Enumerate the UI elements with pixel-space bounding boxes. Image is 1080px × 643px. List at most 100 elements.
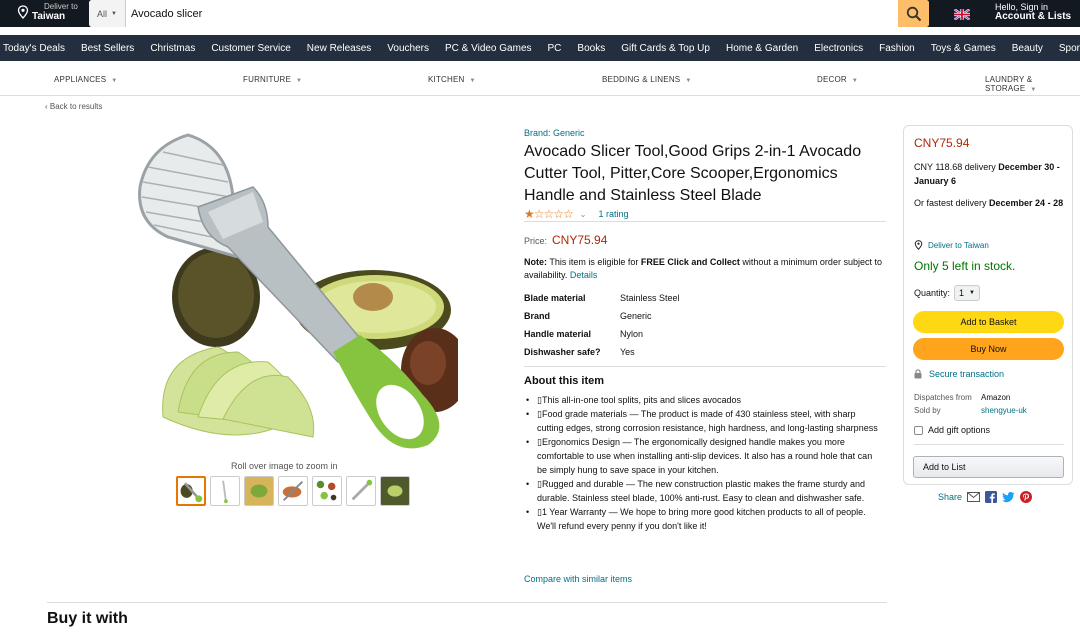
nav-item[interactable]: PC & Video Games xyxy=(437,43,540,54)
search-button[interactable] xyxy=(898,0,929,27)
search-icon xyxy=(906,6,921,21)
nav-item[interactable]: Best Sellers xyxy=(73,43,142,54)
rating-summary: ★☆☆☆☆ ⌄ 1 rating xyxy=(524,207,629,221)
chevron-down-icon: ▼ xyxy=(685,78,692,84)
category-laundry[interactable]: LAUNDRY & STORAGE ▼ xyxy=(985,75,1080,93)
nav-item[interactable]: Home & Garden xyxy=(718,43,806,54)
nav-item[interactable]: Vouchers xyxy=(379,43,437,54)
seller-link[interactable]: shengyue-uk xyxy=(981,404,1027,417)
category-bar: APPLIANCES ▼ FURNITURE ▼ KITCHEN ▼ BEDDING … xyxy=(0,62,1080,96)
account-lists-label: Account & Lists xyxy=(995,11,1072,22)
product-main-image[interactable] xyxy=(128,127,458,459)
shipping-info: Dispatches from Amazon Sold by shengyue-… xyxy=(914,391,1027,417)
caret-down-icon: ▼ xyxy=(969,290,975,296)
nav-item[interactable]: Sports & Outdoors xyxy=(1051,43,1080,54)
twitter-icon[interactable] xyxy=(1002,491,1015,503)
search-category-label: All xyxy=(97,8,108,19)
fastest-delivery-label: Or fastest delivery xyxy=(914,198,990,208)
price-row: Price: CNY75.94 xyxy=(524,233,607,247)
buybox-deliver-label: Deliver to Taiwan xyxy=(928,240,989,250)
thumbnail[interactable] xyxy=(346,476,376,506)
fastest-delivery: Or fastest delivery December 24 - 28 xyxy=(914,196,1066,210)
buy-now-button[interactable]: Buy Now xyxy=(913,338,1064,360)
category-label: LAUNDRY & STORAGE xyxy=(985,75,1033,93)
details-link[interactable]: Details xyxy=(570,270,598,280)
category-furniture[interactable]: FURNITURE ▼ xyxy=(243,75,302,84)
buybox-deliver-to[interactable]: Deliver to Taiwan xyxy=(914,240,989,250)
thumbnail[interactable] xyxy=(244,476,274,506)
divider xyxy=(914,444,1064,445)
facebook-icon[interactable] xyxy=(985,491,998,503)
share-label: Share xyxy=(938,492,963,502)
spec-row: Brand Generic xyxy=(524,307,680,325)
delivery-estimate: CNY 118.68 delivery December 30 - Januar… xyxy=(914,160,1066,188)
nav-item[interactable]: New Releases xyxy=(299,43,379,54)
fastest-delivery-dates: December 24 - 28 xyxy=(989,198,1064,208)
thumbnail[interactable] xyxy=(312,476,342,506)
buybox-price: CNY75.94 xyxy=(914,136,970,150)
note-text: This item is eligible for xyxy=(547,257,641,267)
nav-item[interactable]: Today's Deals xyxy=(0,43,73,54)
spec-key: Handle material xyxy=(524,329,592,339)
thumbnail[interactable] xyxy=(278,476,308,506)
location-pin-icon xyxy=(17,5,29,19)
thumbnail[interactable] xyxy=(176,476,206,506)
spec-key: Brand xyxy=(524,311,551,321)
search-input[interactable] xyxy=(126,0,898,27)
rating-count-link[interactable]: 1 rating xyxy=(599,209,629,219)
chevron-down-icon[interactable]: ⌄ xyxy=(580,210,587,219)
deliver-to-location[interactable]: Deliver to Taiwan xyxy=(17,2,78,22)
category-label: BEDDING & LINENS xyxy=(602,75,681,84)
divider xyxy=(524,221,886,222)
nav-item[interactable]: Electronics xyxy=(806,43,871,54)
star-rating-icon[interactable]: ★☆☆☆☆ xyxy=(524,207,574,221)
price-label: Price: xyxy=(524,236,548,246)
back-to-results-link[interactable]: ‹ Back to results xyxy=(45,102,102,111)
about-bullet: ▯Food grade materials — The product is m… xyxy=(524,407,884,435)
spec-value: Nylon xyxy=(620,329,644,339)
uk-flag-icon[interactable] xyxy=(954,9,970,20)
buy-it-with-heading: Buy it with xyxy=(47,610,128,627)
nav-item[interactable]: Christmas xyxy=(142,43,203,54)
gift-checkbox[interactable] xyxy=(914,425,923,435)
spec-table: Blade material Stainless Steel Brand Gener… xyxy=(524,289,680,361)
email-icon[interactable] xyxy=(967,492,981,502)
gift-label: Add gift options xyxy=(928,425,991,435)
chevron-down-icon: ▼ xyxy=(469,78,476,84)
brand-link[interactable]: Brand: Generic xyxy=(524,128,585,138)
quantity-select[interactable]: 1 ▼ xyxy=(954,285,980,301)
category-kitchen[interactable]: KITCHEN ▼ xyxy=(428,75,476,84)
category-label: FURNITURE xyxy=(243,75,292,84)
compare-similar-link[interactable]: Compare with similar items xyxy=(524,574,632,584)
quantity-label: Quantity: xyxy=(914,288,951,298)
spec-key: Blade material xyxy=(524,293,586,303)
divider xyxy=(47,602,887,603)
search-category-dropdown[interactable]: All ▼ xyxy=(89,0,126,27)
category-label: KITCHEN xyxy=(428,75,465,84)
category-bedding[interactable]: BEDDING & LINENS ▼ xyxy=(602,75,691,84)
gift-options[interactable]: Add gift options xyxy=(914,425,990,435)
about-list: ▯This all-in-one tool splits, pits and s… xyxy=(524,393,884,533)
about-heading: About this item xyxy=(524,375,605,387)
thumbnail[interactable] xyxy=(210,476,240,506)
caret-down-icon: ▼ xyxy=(111,10,117,17)
nav-item[interactable]: Beauty xyxy=(1004,43,1051,54)
nav-item[interactable]: Customer Service xyxy=(203,43,298,54)
add-to-basket-button[interactable]: Add to Basket xyxy=(913,311,1064,333)
secure-transaction[interactable]: Secure transaction xyxy=(914,369,1004,379)
pinterest-icon[interactable] xyxy=(1020,491,1033,503)
deliver-to-label: Deliver to xyxy=(44,2,78,11)
nav-item[interactable]: PC xyxy=(540,43,570,54)
category-appliances[interactable]: APPLIANCES ▼ xyxy=(54,75,117,84)
thumbnail[interactable] xyxy=(380,476,410,506)
nav-item[interactable]: Toys & Games xyxy=(923,43,1004,54)
nav-item[interactable]: Books xyxy=(569,43,613,54)
add-to-list-button[interactable]: Add to List xyxy=(913,456,1064,478)
account-menu[interactable]: Hello, Sign in Account & Lists xyxy=(995,2,1071,22)
nav-item[interactable]: Gift Cards & Top Up xyxy=(613,43,718,54)
spec-value: Generic xyxy=(620,311,652,321)
category-decor[interactable]: DECOR ▼ xyxy=(817,75,858,84)
spec-row: Dishwasher safe? Yes xyxy=(524,343,680,361)
search-bar: All ▼ xyxy=(89,0,929,27)
nav-item[interactable]: Fashion xyxy=(871,43,923,54)
